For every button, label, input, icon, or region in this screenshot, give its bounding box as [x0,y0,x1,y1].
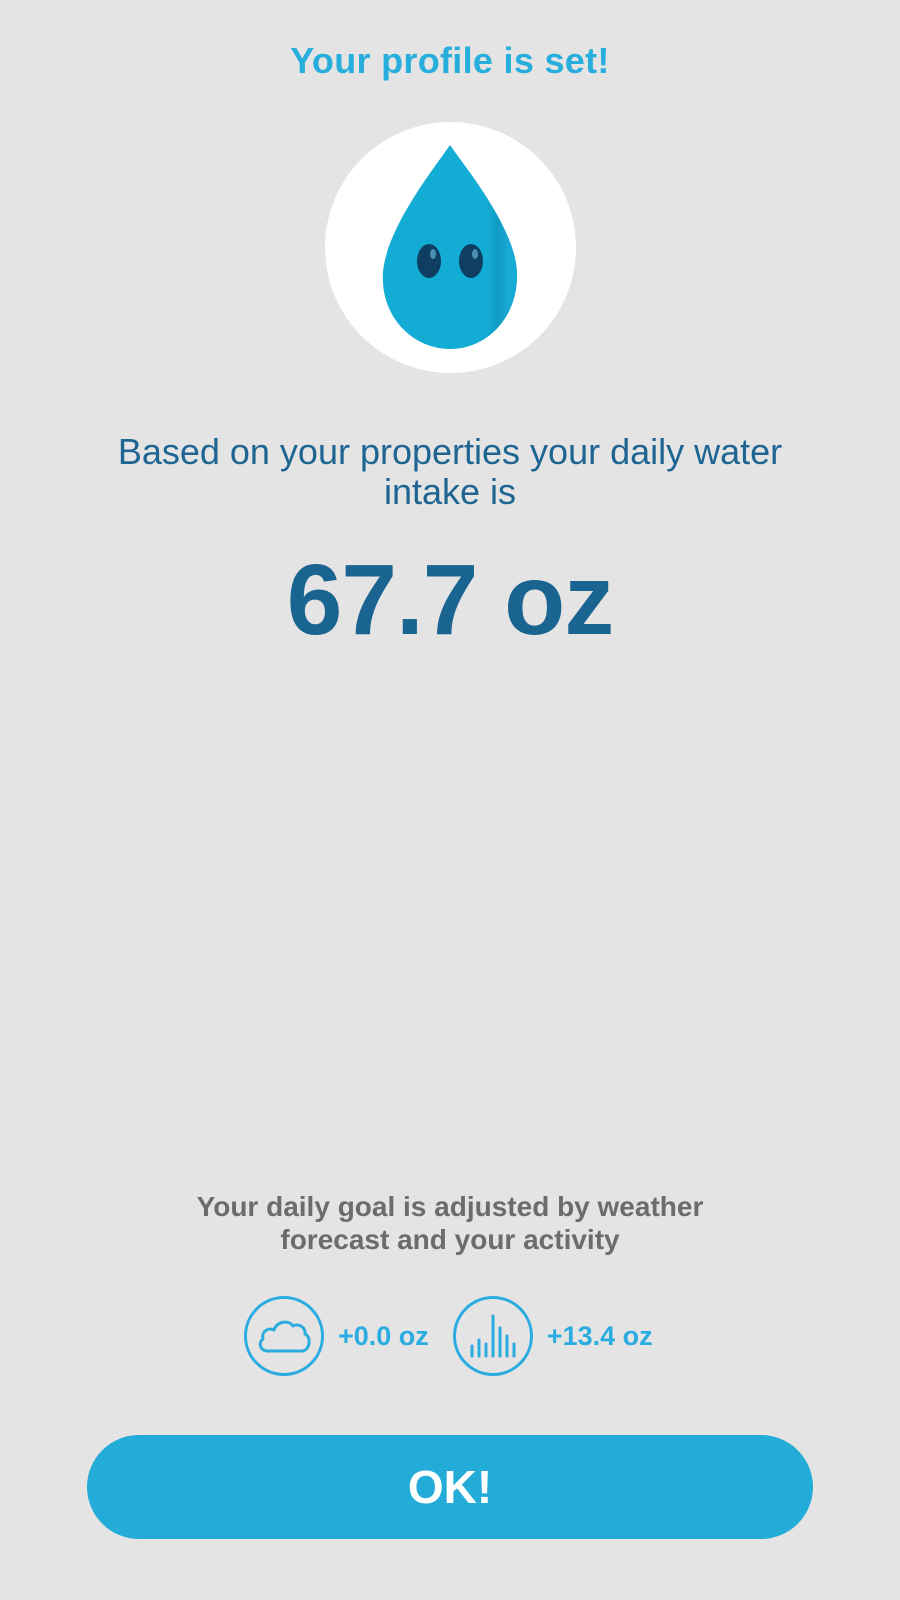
cloud-icon [244,1296,324,1376]
daily-intake-value: 67.7 oz [286,544,615,656]
ok-button[interactable]: OK! [87,1435,813,1539]
activity-adjustment-value: +13.4 oz [546,1320,653,1351]
adjustments-row: +0.0 oz +13.4 oz [244,1294,653,1378]
mascot-avatar [325,122,576,373]
activity-bars-icon [452,1296,533,1376]
intake-description: Based on your properties your daily wate… [117,431,783,512]
page-title: Your profile is set! [290,40,610,81]
water-drop-mascot-icon [382,145,518,349]
weather-adjustment-value: +0.0 oz [338,1320,429,1351]
adjustment-description: Your daily goal is adjusted by weather f… [196,1191,704,1255]
